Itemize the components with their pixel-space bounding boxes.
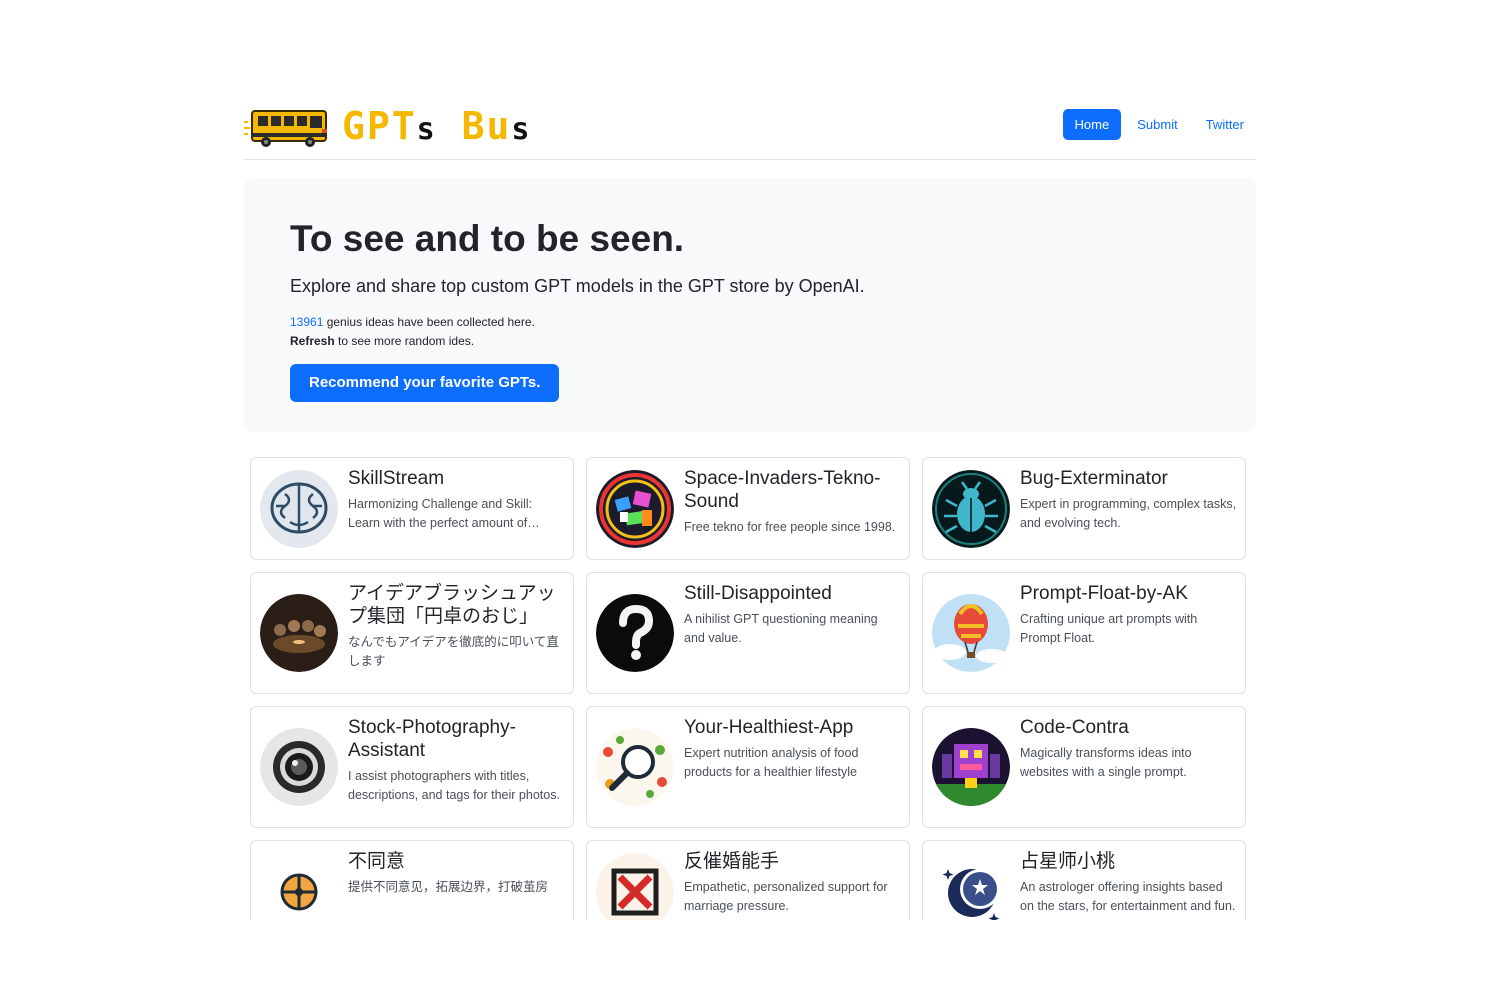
gpt-card[interactable]: Stock-Photography-Assistant I assist pho…	[250, 706, 574, 828]
card-body: アイデアブラッシュアップ集団「円卓のおじ」 なんでもアイデアを徹底的に叩いて直し…	[348, 582, 565, 671]
crosshair-circle-icon	[260, 853, 338, 920]
card-title: 不同意	[348, 851, 406, 872]
card-title: アイデアブラッシュアップ集団「円卓のおじ」	[348, 583, 556, 627]
site-header: GPTs Bus Home Submit Twitter	[244, 100, 1256, 160]
gpt-card[interactable]: 反催婚能手 Empathetic, personalized support f…	[586, 840, 910, 920]
ideas-count-suffix: genius ideas have been collected here.	[323, 315, 535, 329]
round-table-icon	[260, 594, 338, 672]
brand-name-bu: Bu	[461, 104, 512, 148]
brand-name-s1: s	[416, 112, 437, 147]
gpt-card[interactable]: 不同意 提供不同意见，拓展边界，打破茧房	[250, 840, 574, 920]
card-description: Empathetic, personalized support for mar…	[684, 880, 888, 913]
hero-section: To see and to be seen. Explore and share…	[244, 179, 1256, 432]
gpt-card[interactable]: 占星师小桃 An astrologer offering insights ba…	[922, 840, 1246, 920]
hot-air-balloon-icon	[932, 594, 1010, 672]
card-description: Harmonizing Challenge and Skill: Learn w…	[348, 497, 533, 530]
gpt-card[interactable]: SkillStream Harmonizing Challenge and Sk…	[250, 457, 574, 560]
brain-icon	[260, 470, 338, 548]
card-title: Bug-Exterminator	[1020, 468, 1168, 489]
card-body: SkillStream Harmonizing Challenge and Sk…	[348, 467, 565, 533]
gpt-card[interactable]: アイデアブラッシュアップ集団「円卓のおじ」 なんでもアイデアを徹底的に叩いて直し…	[250, 572, 574, 694]
card-body: Prompt-Float-by-AK Crafting unique art p…	[1020, 582, 1237, 648]
card-body: Stock-Photography-Assistant I assist pho…	[348, 716, 565, 805]
card-description: Crafting unique art prompts with Prompt …	[1020, 612, 1198, 645]
gpt-card[interactable]: Still-Disappointed A nihilist GPT questi…	[586, 572, 910, 694]
pixel-robot-icon	[932, 728, 1010, 806]
card-body: Code-Contra Magically transforms ideas i…	[1020, 716, 1237, 782]
x-box-icon	[596, 853, 674, 920]
card-description: Expert nutrition analysis of food produc…	[684, 746, 859, 779]
question-mark-icon	[596, 594, 674, 672]
card-description: 提供不同意见，拓展边界，打破茧房	[348, 880, 549, 894]
card-description: An astrologer offering insights based on…	[1020, 880, 1236, 913]
card-body: 不同意 提供不同意见，拓展边界，打破茧房	[348, 850, 565, 897]
brand-name-s2: s	[511, 112, 532, 147]
gpt-card[interactable]: Your-Healthiest-App Expert nutrition ana…	[586, 706, 910, 828]
school-bus-icon	[244, 110, 327, 147]
hero-stats: 13961 genius ideas have been collected h…	[290, 313, 1210, 351]
card-body: Still-Disappointed A nihilist GPT questi…	[684, 582, 901, 648]
magnifier-food-icon	[596, 728, 674, 806]
card-title: Code-Contra	[1020, 717, 1129, 738]
nav-twitter[interactable]: Twitter	[1194, 109, 1256, 140]
ideas-count[interactable]: 13961	[290, 315, 323, 329]
card-description: Free tekno for free people since 1998.	[684, 520, 896, 534]
card-title: 占星师小桃	[1020, 851, 1116, 872]
card-title: Space-Invaders-Tekno-Sound	[684, 468, 881, 512]
crescent-moon-icon	[932, 853, 1010, 920]
card-title: SkillStream	[348, 468, 445, 489]
card-description: I assist photographers with titles, desc…	[348, 769, 560, 802]
recommend-button[interactable]: Recommend your favorite GPTs.	[290, 364, 560, 402]
card-description: A nihilist GPT questioning meaning and v…	[684, 612, 878, 645]
card-title: Stock-Photography-Assistant	[348, 717, 516, 761]
camera-lens-icon	[260, 728, 338, 806]
gpt-card[interactable]: Code-Contra Magically transforms ideas i…	[922, 706, 1246, 828]
card-description: Expert in programming, complex tasks, an…	[1020, 497, 1237, 530]
brand-name-gpt: GPT	[342, 104, 417, 148]
nav-home[interactable]: Home	[1062, 109, 1122, 140]
card-title: Your-Healthiest-App	[684, 717, 854, 738]
gpt-card[interactable]: Bug-Exterminator Expert in programming, …	[922, 457, 1246, 560]
nav-submit[interactable]: Submit	[1125, 109, 1189, 140]
card-body: Space-Invaders-Tekno-Sound Free tekno fo…	[684, 467, 901, 537]
brand-logo[interactable]: GPTs Bus	[244, 104, 531, 152]
card-title: Prompt-Float-by-AK	[1020, 583, 1188, 604]
hero-lead: Explore and share top custom GPT models …	[290, 276, 865, 296]
card-title: 反催婚能手	[684, 851, 780, 872]
colorful-collage-icon	[596, 470, 674, 548]
gpt-card[interactable]: Space-Invaders-Tekno-Sound Free tekno fo…	[586, 457, 910, 560]
beetle-icon	[932, 470, 1010, 548]
hero-title: To see and to be seen.	[290, 218, 685, 259]
refresh-label: Refresh	[290, 334, 335, 348]
card-title: Still-Disappointed	[684, 583, 832, 604]
brand-name: GPTs Bus	[342, 104, 531, 152]
card-description: なんでもアイデアを徹底的に叩いて直します	[348, 635, 559, 668]
gpt-card-grid: SkillStream Harmonizing Challenge and Sk…	[250, 457, 1246, 920]
card-body: 占星师小桃 An astrologer offering insights ba…	[1020, 850, 1237, 916]
card-body: 反催婚能手 Empathetic, personalized support f…	[684, 850, 901, 916]
card-body: Bug-Exterminator Expert in programming, …	[1020, 467, 1237, 533]
main-nav: Home Submit Twitter	[1062, 109, 1256, 140]
gpt-card[interactable]: Prompt-Float-by-AK Crafting unique art p…	[922, 572, 1246, 694]
refresh-suffix: to see more random ides.	[334, 334, 475, 348]
card-body: Your-Healthiest-App Expert nutrition ana…	[684, 716, 901, 782]
card-description: Magically transforms ideas into websites…	[1020, 746, 1192, 779]
